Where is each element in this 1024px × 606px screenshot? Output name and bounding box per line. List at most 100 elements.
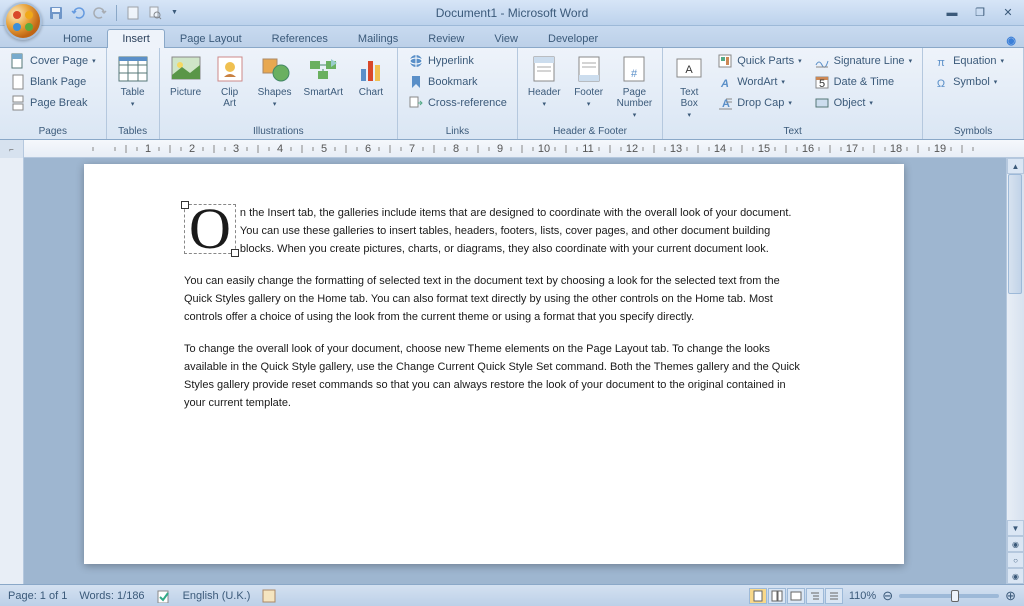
hyperlink-icon: [408, 53, 424, 69]
status-proofing[interactable]: [157, 589, 171, 603]
svg-text:10: 10: [538, 143, 550, 155]
svg-text:5: 5: [819, 78, 825, 90]
svg-text:7: 7: [409, 143, 415, 155]
tab-references[interactable]: References: [257, 29, 343, 48]
svg-text:16: 16: [802, 143, 814, 155]
shapes-icon: [259, 53, 291, 85]
new-doc-icon[interactable]: [125, 5, 141, 21]
hyperlink-button[interactable]: Hyperlink: [404, 51, 511, 71]
view-draft-icon[interactable]: [825, 588, 843, 604]
equation-button[interactable]: πEquation▾: [929, 51, 1008, 71]
zoom-slider[interactable]: [899, 594, 999, 598]
redo-icon[interactable]: [92, 5, 108, 21]
equation-icon: π: [933, 53, 949, 69]
help-icon[interactable]: ◉: [1006, 34, 1016, 47]
tab-view[interactable]: View: [479, 29, 533, 48]
svg-text:12: 12: [626, 143, 638, 155]
vertical-scrollbar[interactable]: ▲ ▼ ◉ ○ ◉: [1006, 158, 1024, 584]
bookmark-button[interactable]: Bookmark: [404, 72, 511, 92]
cover-page-button[interactable]: Cover Page▾: [6, 51, 100, 71]
date-time-button[interactable]: 5Date & Time: [810, 72, 916, 92]
prev-page-icon[interactable]: ◉: [1007, 536, 1024, 552]
footer-icon: [573, 53, 605, 85]
view-outline-icon[interactable]: [806, 588, 824, 604]
chart-button[interactable]: Chart: [351, 51, 391, 100]
tab-mailings[interactable]: Mailings: [343, 29, 413, 48]
tab-review[interactable]: Review: [413, 29, 479, 48]
office-button[interactable]: [4, 2, 42, 40]
view-full-screen-icon[interactable]: [768, 588, 786, 604]
tab-home[interactable]: Home: [48, 29, 107, 48]
symbol-icon: Ω: [933, 74, 949, 90]
symbol-button[interactable]: ΩSymbol▾: [929, 72, 1008, 92]
quick-parts-button[interactable]: Quick Parts▾: [713, 51, 805, 71]
tab-developer[interactable]: Developer: [533, 29, 613, 48]
vertical-ruler[interactable]: [0, 158, 24, 584]
view-web-layout-icon[interactable]: [787, 588, 805, 604]
shapes-button[interactable]: Shapes▾: [254, 51, 296, 110]
tab-insert[interactable]: Insert: [107, 29, 165, 48]
picture-button[interactable]: Picture: [166, 51, 206, 100]
svg-text:19: 19: [934, 143, 946, 155]
ruler-corner[interactable]: ⌐: [0, 140, 24, 158]
blank-page-button[interactable]: Blank Page: [6, 72, 100, 92]
restore-button[interactable]: ❐: [968, 5, 992, 21]
svg-text:15: 15: [758, 143, 770, 155]
svg-text:18: 18: [890, 143, 902, 155]
document-page[interactable]: O n the Insert tab, the galleries includ…: [84, 164, 904, 564]
print-preview-icon[interactable]: [147, 5, 163, 21]
view-print-layout-icon[interactable]: [749, 588, 767, 604]
svg-text:9: 9: [497, 143, 503, 155]
svg-text:A: A: [722, 98, 730, 110]
svg-text:4: 4: [277, 143, 283, 155]
paragraph-3[interactable]: To change the overall look of your docum…: [184, 340, 804, 412]
svg-text:14: 14: [714, 143, 726, 155]
scroll-thumb[interactable]: [1008, 174, 1022, 294]
document-viewport[interactable]: O n the Insert tab, the galleries includ…: [24, 158, 1006, 584]
page-number-button[interactable]: #Page Number▾: [613, 51, 657, 121]
svg-text:5: 5: [321, 143, 327, 155]
close-button[interactable]: ✕: [996, 5, 1020, 21]
next-page-icon[interactable]: ◉: [1007, 568, 1024, 584]
save-icon[interactable]: [48, 5, 64, 21]
horizontal-ruler[interactable]: 12345678910111213141516171819: [24, 140, 1024, 157]
cross-ref-icon: [408, 95, 424, 111]
tab-page-layout[interactable]: Page Layout: [165, 29, 257, 48]
paragraph-2[interactable]: You can easily change the formatting of …: [184, 272, 804, 326]
svg-text:17: 17: [846, 143, 858, 155]
object-button[interactable]: Object▾: [810, 93, 916, 113]
status-macro-icon[interactable]: [262, 589, 276, 603]
text-box-button[interactable]: AText Box▾: [669, 51, 709, 121]
date-time-icon: 5: [814, 74, 830, 90]
svg-text:Ω: Ω: [937, 78, 945, 90]
chart-icon: [355, 53, 387, 85]
svg-text:π: π: [937, 57, 945, 69]
smartart-button[interactable]: SmartArt: [300, 51, 347, 100]
group-header-footer-label: Header & Footer: [524, 125, 656, 138]
zoom-in-icon[interactable]: ⊕: [1005, 588, 1016, 604]
picture-icon: [170, 53, 202, 85]
cross-reference-button[interactable]: Cross-reference: [404, 93, 511, 113]
header-button[interactable]: Header▾: [524, 51, 565, 110]
zoom-out-icon[interactable]: ⊖: [882, 588, 893, 604]
drop-cap-button[interactable]: ADrop Cap▾: [713, 93, 805, 113]
minimize-button[interactable]: ▬: [940, 5, 964, 21]
page-break-button[interactable]: Page Break: [6, 93, 100, 113]
paragraph-1[interactable]: O n the Insert tab, the galleries includ…: [184, 204, 804, 258]
separator: [116, 5, 117, 21]
footer-button[interactable]: Footer▾: [569, 51, 609, 110]
wordart-button[interactable]: AWordArt▾: [713, 72, 805, 92]
scroll-down-icon[interactable]: ▼: [1007, 520, 1024, 536]
svg-text:#: #: [631, 68, 638, 80]
browse-object-icon[interactable]: ○: [1007, 552, 1024, 568]
drop-cap-letter[interactable]: O: [184, 204, 236, 254]
signature-line-button[interactable]: Signature Line▾: [810, 51, 916, 71]
window-title: Document1 - Microsoft Word: [436, 6, 589, 20]
page-break-icon: [10, 95, 26, 111]
qat-dropdown-icon[interactable]: ▼: [171, 9, 178, 16]
scroll-up-icon[interactable]: ▲: [1007, 158, 1024, 174]
group-symbols-label: Symbols: [929, 125, 1017, 138]
undo-icon[interactable]: [70, 5, 86, 21]
table-button[interactable]: Table▾: [113, 51, 153, 110]
clip-art-button[interactable]: Clip Art: [210, 51, 250, 111]
